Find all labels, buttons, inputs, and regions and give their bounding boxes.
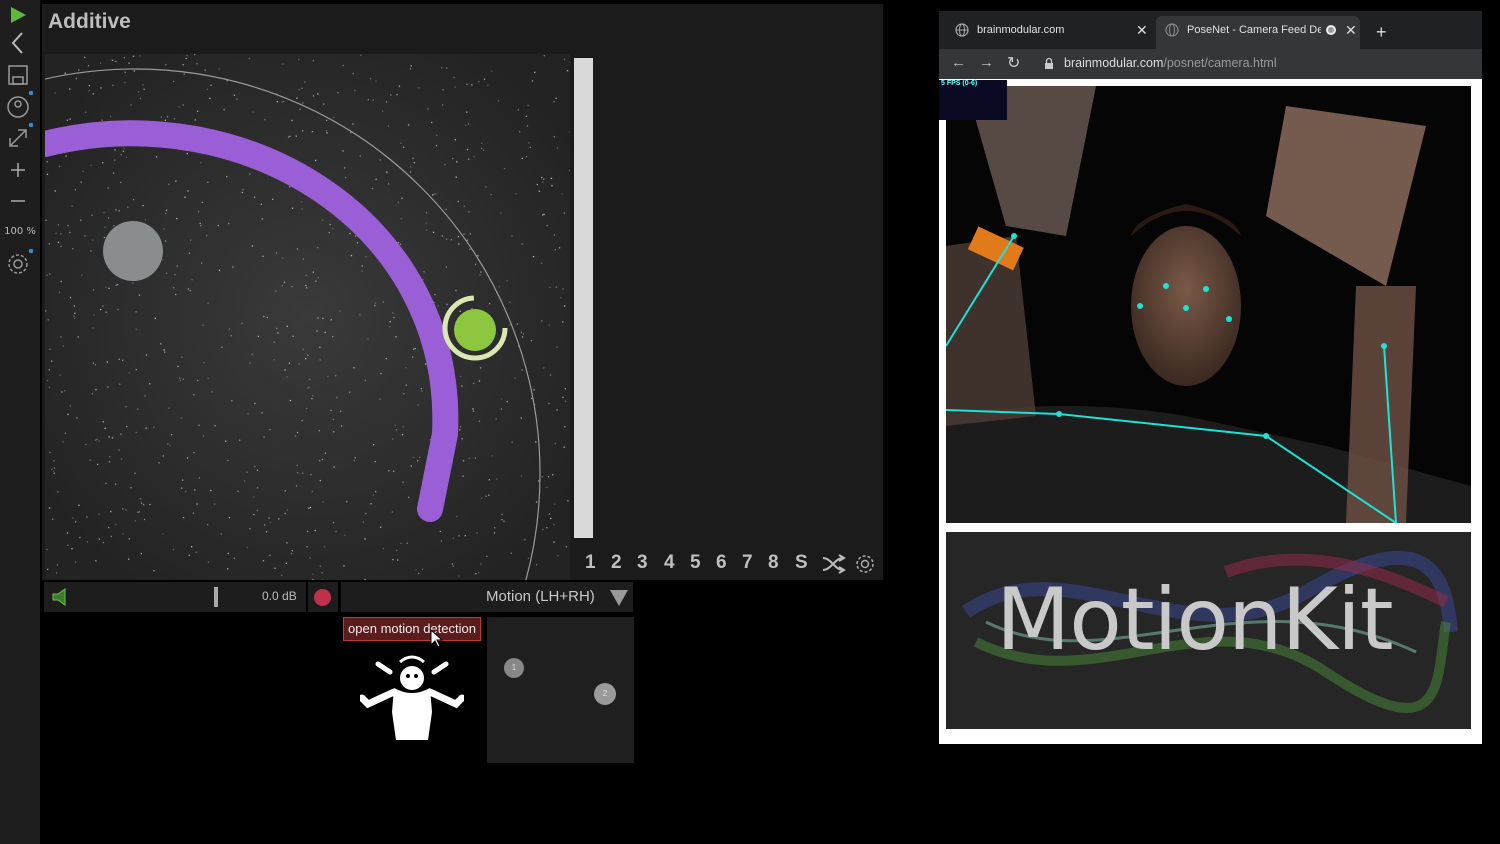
new-tab-plus-icon[interactable]: +: [1376, 22, 1387, 43]
back-arrow-icon[interactable]: ←: [951, 54, 966, 71]
forward-arrow-icon[interactable]: →: [979, 54, 994, 71]
expand-indicator-dot: [29, 123, 33, 127]
volume-slider-handle[interactable]: [214, 587, 218, 607]
tab-label: brainmodular.com: [977, 24, 1065, 36]
preset-6-button[interactable]: 6: [716, 552, 727, 574]
preset-7-button[interactable]: 7: [742, 552, 753, 574]
speaker-icon[interactable]: [50, 587, 70, 607]
recording-indicator-icon: [1326, 25, 1336, 35]
globe-icon: [1165, 23, 1179, 37]
save-icon[interactable]: [5, 62, 31, 88]
tab-posenet[interactable]: PoseNet - Camera Feed Dem ✕: [1165, 11, 1365, 49]
volume-db-label: 0.0 dB: [262, 589, 297, 603]
url-domain: brainmodular.com: [1064, 56, 1164, 70]
preset-3-button[interactable]: 3: [637, 552, 648, 574]
motionkit-logo-text: MotionKit: [996, 570, 1394, 670]
preset-2-button[interactable]: 2: [611, 552, 622, 574]
motion-icon[interactable]: [5, 94, 31, 120]
camera-feed-graphics: [946, 86, 1471, 523]
reload-icon[interactable]: ↻: [1007, 53, 1020, 73]
settings-indicator-dot: [29, 249, 33, 253]
green-knob[interactable]: [454, 309, 496, 351]
visualizer-graphics: [45, 54, 570, 580]
expand-icon[interactable]: [5, 125, 31, 151]
plus-icon[interactable]: [5, 157, 31, 183]
tab-label: PoseNet - Camera Feed Dem: [1187, 24, 1321, 36]
preset-8-button[interactable]: 8: [768, 552, 779, 574]
pad-point-1[interactable]: 1: [504, 658, 524, 678]
record-icon: [314, 589, 331, 606]
right-arm: [1346, 286, 1416, 523]
visualizer-canvas[interactable]: [45, 54, 570, 580]
zoom-level: 100 %: [4, 226, 36, 237]
pad-point-2[interactable]: 2: [594, 683, 616, 705]
cursor-icon: [430, 629, 444, 648]
lock-icon: [1045, 57, 1053, 69]
preset-4-button[interactable]: 4: [664, 552, 675, 574]
panel-title: Additive: [48, 10, 131, 33]
url-path: /posnet/camera.html: [1163, 56, 1277, 70]
preset-1-button[interactable]: 1: [585, 552, 596, 574]
panel-settings-icon[interactable]: [854, 553, 876, 575]
globe-icon: [955, 23, 969, 37]
shuffle-icon[interactable]: [821, 553, 847, 575]
motion-detection-tooltip: open motion detection: [343, 617, 481, 641]
close-tab-icon[interactable]: ✕: [1136, 22, 1148, 39]
dropdown-triangle-icon[interactable]: [609, 588, 629, 608]
preset-5-button[interactable]: 5: [690, 552, 701, 574]
url-field[interactable]: brainmodular.com/posnet/camera.html: [1064, 56, 1277, 70]
grey-knob[interactable]: [103, 221, 163, 281]
motion-selector-label: Motion (LH+RH): [486, 588, 595, 605]
tab-brainmodular[interactable]: brainmodular.com ✕: [955, 11, 1155, 49]
xy-pad[interactable]: 1 2: [487, 617, 634, 763]
play-icon[interactable]: [5, 2, 31, 28]
settings-icon[interactable]: [5, 251, 31, 277]
preset-s-button[interactable]: S: [795, 552, 808, 574]
minus-icon[interactable]: [5, 188, 31, 214]
motion-indicator-dot: [29, 91, 33, 95]
close-tab-icon[interactable]: ✕: [1345, 22, 1357, 39]
motion-detection-figure-icon[interactable]: [358, 652, 466, 742]
record-button[interactable]: [308, 582, 338, 612]
vertical-slider[interactable]: [574, 58, 593, 538]
left-toolbar: 100 %: [0, 0, 40, 844]
camera-feed: [946, 86, 1471, 523]
fps-label: 5 FPS (0-6): [941, 80, 978, 87]
back-icon[interactable]: [5, 30, 31, 56]
